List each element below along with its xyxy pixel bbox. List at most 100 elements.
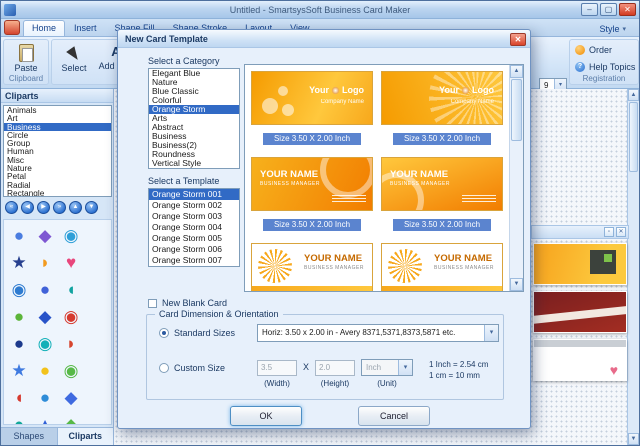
clipart-item[interactable]: ●: [6, 222, 32, 249]
scrollbar-thumb[interactable]: [629, 102, 638, 172]
custom-size-radio[interactable]: [159, 363, 169, 373]
standard-size-combobox[interactable]: Horiz: 3.50 x 2.00 in - Avery 8371,5371,…: [257, 324, 499, 342]
clipart-item[interactable]: ★: [6, 249, 32, 276]
clipart-nav-button[interactable]: «: [5, 201, 18, 214]
template-cell[interactable]: YOUR NAME BUSINESS MANAGER: [381, 243, 503, 291]
title-bar: Untitled - SmartsysSoft Business Card Ma…: [1, 1, 639, 19]
template-item[interactable]: Orange Storm 003: [149, 211, 239, 222]
clipart-item[interactable]: ◉: [58, 303, 84, 330]
tab-cliparts[interactable]: Cliparts: [57, 428, 114, 445]
application-menu-button[interactable]: [4, 20, 20, 35]
vertical-scrollbar[interactable]: ▲ ▼: [627, 89, 639, 445]
unit-combobox: Inch: [361, 359, 413, 376]
cancel-button[interactable]: Cancel: [358, 406, 430, 426]
standard-sizes-radio[interactable]: [159, 328, 169, 338]
clipart-item[interactable]: ◉: [6, 276, 32, 303]
tab-shapes[interactable]: Shapes: [1, 428, 58, 445]
clipart-item[interactable]: ◉: [32, 330, 58, 357]
clipart-item[interactable]: ♥: [58, 249, 84, 276]
clipart-item[interactable]: ●: [6, 411, 32, 424]
clipart-item[interactable]: ◆: [32, 303, 58, 330]
checkbox-icon[interactable]: [148, 298, 157, 308]
clipart-category-item[interactable]: Rectangle: [4, 189, 111, 196]
template-item[interactable]: Orange Storm 006: [149, 244, 239, 255]
clipart-item[interactable]: ▲: [32, 411, 58, 424]
card-preview: Your Logo Company Name: [251, 71, 373, 125]
clipart-nav-button[interactable]: »: [53, 201, 66, 214]
template-cell[interactable]: Your Logo Company Name Size 3.50 X 2.00 I…: [251, 71, 373, 145]
scroll-down-icon[interactable]: ▼: [628, 433, 639, 445]
panel-close-icon[interactable]: ✕: [616, 227, 626, 237]
style-menu-button[interactable]: Style ▾: [594, 22, 631, 36]
tab-insert[interactable]: Insert: [65, 20, 106, 36]
clipart-nav-button[interactable]: ◀: [21, 201, 34, 214]
template-item[interactable]: Orange Storm 005: [149, 233, 239, 244]
template-thumbnail[interactable]: [533, 243, 627, 285]
clipart-item[interactable]: ◗: [58, 330, 84, 357]
clipart-category-list: Animals Art Business Circle Group Human Misc Na…: [3, 105, 112, 197]
width-caption: (Width): [264, 379, 290, 388]
select-button[interactable]: Select: [54, 43, 94, 83]
template-item[interactable]: Orange Storm 004: [149, 222, 239, 233]
template-item[interactable]: Orange Storm 002: [149, 200, 239, 211]
template-cell[interactable]: YOUR NAME BUSINESS MANAGER Size 3.50 X 2…: [251, 157, 373, 231]
help-topics-button[interactable]: ? Help Topics: [575, 62, 635, 72]
tab-home[interactable]: Home: [23, 20, 66, 36]
ok-button[interactable]: OK: [230, 406, 302, 426]
clipart-item[interactable]: ◉: [58, 222, 84, 249]
clipart-item[interactable]: ●: [32, 357, 58, 384]
clipart-item[interactable]: ◆: [58, 411, 84, 424]
group-title: Card Dimension & Orientation: [155, 309, 283, 319]
dialog-title: New Card Template: [125, 33, 208, 44]
scrollbar-thumb[interactable]: [511, 79, 522, 141]
template-listbox: Orange Storm 001 Orange Storm 002 Orange S…: [148, 188, 240, 267]
clipart-item[interactable]: ●: [6, 303, 32, 330]
dialog-close-icon[interactable]: ✕: [510, 33, 526, 46]
maximize-button[interactable]: ▢: [600, 3, 617, 16]
template-thumbnail[interactable]: [533, 291, 627, 333]
clipart-nav-button[interactable]: ▶: [37, 201, 50, 214]
order-button[interactable]: Order: [575, 45, 612, 55]
clipart-item[interactable]: ●: [6, 330, 32, 357]
height-field: 2.0: [315, 360, 355, 376]
new-blank-card-option[interactable]: New Blank Card: [148, 298, 227, 308]
clipart-nav-button[interactable]: ▼: [85, 201, 98, 214]
scroll-down-icon[interactable]: ▼: [510, 278, 523, 291]
template-cell[interactable]: YOUR NAME BUSINESS MANAGER: [251, 243, 373, 291]
pin-icon[interactable]: ▫: [604, 227, 614, 237]
logo-dot-icon: [462, 86, 469, 94]
paste-button[interactable]: Paste: [4, 44, 48, 73]
template-cell[interactable]: YOUR NAME BUSINESS MANAGER Size 3.50 X 2…: [381, 157, 503, 231]
minimize-button[interactable]: –: [581, 3, 598, 16]
clipart-category-item[interactable]: Animals: [4, 106, 111, 114]
clipart-item[interactable]: ◆: [32, 222, 58, 249]
template-thumbnail[interactable]: [533, 339, 627, 381]
clipart-item[interactable]: ◖: [6, 384, 32, 411]
order-icon: [575, 45, 585, 55]
x-separator: X: [303, 362, 310, 372]
chevron-down-icon: ▾: [622, 26, 626, 33]
clipart-item[interactable]: ●: [32, 276, 58, 303]
registration-group-caption: Registration: [582, 74, 626, 83]
clipart-item[interactable]: ◆: [58, 384, 84, 411]
application-window: Untitled - SmartsysSoft Business Card Ma…: [0, 0, 640, 446]
logo-dot-icon: [332, 86, 339, 94]
clipart-nav-button[interactable]: ▲: [69, 201, 82, 214]
scroll-up-icon[interactable]: ▲: [510, 65, 523, 78]
clipart-item[interactable]: ★: [6, 357, 32, 384]
scroll-up-icon[interactable]: ▲: [628, 89, 639, 101]
dialog-title-bar: New Card Template ✕: [118, 30, 530, 48]
clipart-item[interactable]: ◉: [58, 357, 84, 384]
template-cell[interactable]: Your Logo Company Name Size 3.50 X 2.00 I…: [381, 71, 503, 145]
preview-scrollbar[interactable]: ▲ ▼: [509, 65, 523, 291]
clipart-item[interactable]: ◖: [58, 276, 84, 303]
clipart-item[interactable]: ◗: [32, 249, 58, 276]
template-item[interactable]: Orange Storm 001: [149, 189, 239, 200]
template-item[interactable]: Orange Storm 007: [149, 255, 239, 266]
category-listbox: Elegant Blue Nature Blue Classic Colorful Or…: [148, 68, 240, 169]
close-button[interactable]: ✕: [619, 3, 636, 16]
category-item[interactable]: Vertical Style: [149, 159, 239, 168]
standard-sizes-label: Standard Sizes: [174, 328, 236, 338]
clipart-item[interactable]: ●: [32, 384, 58, 411]
height-caption: (Height): [320, 379, 350, 388]
